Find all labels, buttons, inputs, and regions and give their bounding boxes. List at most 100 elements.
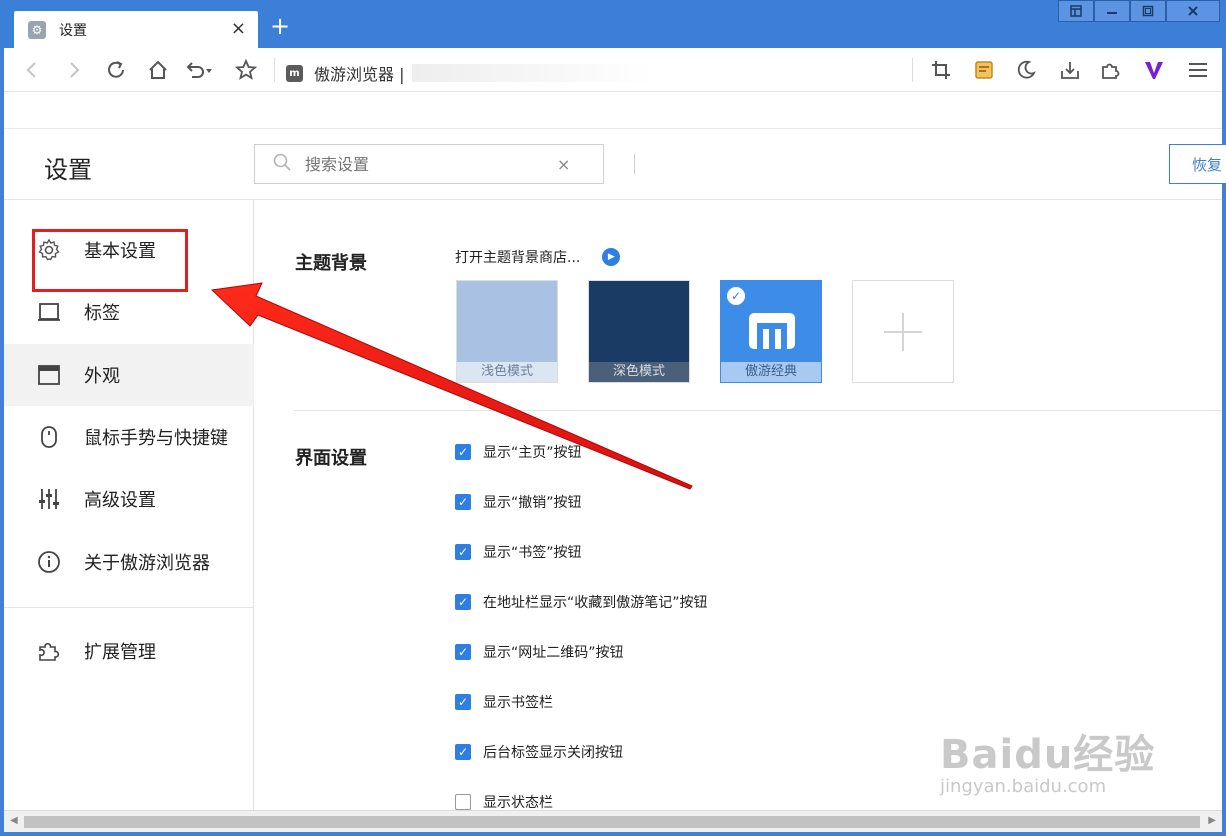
option-qr-code[interactable]: ✓ 显示“网址二维码”按钮 (455, 642, 624, 662)
tab-title: 设置 (59, 22, 87, 39)
minimize-button[interactable] (1094, 0, 1130, 22)
search-clear-button[interactable]: × (557, 155, 570, 174)
minimize-icon (1107, 12, 1117, 14)
address-bar[interactable]: m 傲游浏览器 | (286, 61, 653, 85)
theme-card-classic[interactable]: ✓ 傲游经典 (720, 280, 822, 383)
window-controls (1058, 0, 1220, 22)
address-text: 傲游浏览器 | (314, 65, 405, 84)
scrollbar-thumb[interactable] (24, 816, 1200, 828)
option-undo-button[interactable]: ✓ 显示“撤销”按钮 (455, 492, 582, 512)
new-tab-button[interactable]: + (270, 14, 290, 38)
sidebar-item-mouse-shortcuts[interactable]: 鼠标手势与快捷键 (4, 406, 254, 468)
reload-icon[interactable] (102, 56, 130, 84)
option-bookmark-bar[interactable]: ✓ 显示书签栏 (455, 692, 553, 712)
sidebar-item-appearance[interactable]: 外观 (4, 344, 254, 406)
forward-icon[interactable] (60, 56, 88, 84)
sidebar-item-advanced[interactable]: 高级设置 (4, 468, 254, 530)
restore-defaults-button[interactable]: 恢复 (1169, 144, 1226, 184)
screenshot-crop-icon[interactable] (927, 56, 955, 84)
checkbox-unchecked[interactable] (455, 794, 471, 810)
option-bookmark-button[interactable]: ✓ 显示“书签”按钮 (455, 542, 582, 562)
checkbox-checked[interactable]: ✓ (455, 694, 471, 710)
divider (4, 128, 1222, 129)
scroll-right-icon[interactable]: ▶ (1208, 815, 1216, 826)
undo-icon[interactable] (184, 56, 212, 84)
nav-separator (274, 58, 275, 82)
option-label: 显示“书签”按钮 (483, 545, 582, 561)
tab-close-button[interactable]: × (231, 18, 246, 39)
maximize-button[interactable] (1130, 0, 1166, 22)
extensions-icon[interactable] (1096, 56, 1124, 84)
maxthon-logo-icon (749, 313, 795, 349)
theme-section-title: 主题背景 (295, 253, 367, 274)
checkbox-checked[interactable]: ✓ (455, 644, 471, 660)
scroll-left-icon[interactable]: ◀ (10, 815, 18, 826)
option-save-to-notes[interactable]: ✓ 在地址栏显示“收藏到傲游笔记”按钮 (455, 592, 708, 612)
search-icon (273, 153, 291, 175)
window-icon (36, 362, 62, 388)
option-label: 显示“撤销”按钮 (483, 495, 582, 511)
option-label: 显示状态栏 (483, 795, 553, 811)
sidebar-item-label: 鼠标手势与快捷键 (84, 428, 228, 449)
theme-caption: 浅色模式 (457, 362, 557, 382)
layout-icon (1070, 5, 1082, 17)
bookmark-star-icon[interactable] (232, 56, 260, 84)
address-blurred-url (412, 64, 653, 82)
settings-page: 设置 × 恢复 基本设置 标签 外观 (4, 92, 1226, 812)
vivo-logo-icon[interactable] (1140, 56, 1168, 84)
page-title: 设置 (44, 156, 92, 184)
horizontal-scrollbar[interactable]: ◀ ▶ (4, 810, 1222, 832)
checkbox-checked[interactable]: ✓ (455, 594, 471, 610)
theme-card-light[interactable]: 浅色模式 (456, 280, 558, 383)
night-mode-icon[interactable] (1012, 56, 1040, 84)
theme-store-label: 打开主题背景商店... (455, 250, 581, 266)
sidebar-item-label: 关于傲游浏览器 (84, 553, 210, 574)
annotation-highlight-box (32, 229, 188, 292)
search-box[interactable]: × (254, 144, 604, 184)
sidebar-item-about[interactable]: 关于傲游浏览器 (4, 531, 254, 593)
layout-button[interactable] (1058, 0, 1094, 22)
option-label: 显示书签栏 (483, 695, 553, 711)
close-window-button[interactable] (1166, 0, 1220, 22)
browser-tab[interactable]: ⚙ 设置 × (14, 11, 258, 48)
option-home-button[interactable]: ✓ 显示“主页”按钮 (455, 442, 582, 462)
section-divider (294, 410, 1222, 411)
add-theme-button[interactable] (852, 280, 954, 383)
sidebar-divider (4, 607, 254, 608)
download-icon[interactable] (1056, 56, 1084, 84)
checkbox-checked[interactable]: ✓ (455, 494, 471, 510)
puzzle-icon (36, 638, 62, 664)
option-bg-tab-close[interactable]: ✓ 后台标签显示关闭按钮 (455, 742, 623, 762)
option-label: 显示“主页”按钮 (483, 445, 582, 461)
option-label: 在地址栏显示“收藏到傲游笔记”按钮 (483, 595, 708, 611)
play-arrow-icon[interactable]: ▶ (602, 248, 621, 266)
search-input[interactable] (305, 154, 545, 174)
checkbox-checked[interactable]: ✓ (455, 744, 471, 760)
theme-store-link[interactable]: 打开主题背景商店... ▶ (455, 247, 621, 267)
sidebar-item-label: 高级设置 (84, 490, 156, 511)
home-icon[interactable] (144, 56, 172, 84)
check-icon: ✓ (727, 287, 745, 305)
sidebar-item-label: 扩展管理 (84, 642, 156, 663)
info-icon (36, 549, 62, 575)
option-status-bar[interactable]: 显示状态栏 (455, 792, 553, 812)
maxthon-favicon-icon: m (286, 64, 303, 82)
tab-icon (36, 299, 62, 325)
sliders-icon (36, 486, 62, 512)
sidebar-item-extensions[interactable]: 扩展管理 (4, 620, 254, 682)
checkbox-checked[interactable]: ✓ (455, 544, 471, 560)
menu-icon[interactable] (1184, 56, 1212, 84)
sidebar-item-label: 标签 (84, 303, 120, 324)
checkbox-checked[interactable]: ✓ (455, 444, 471, 460)
theme-card-dark[interactable]: 深色模式 (588, 280, 690, 383)
baidu-watermark: Baidu经验 jingyan.baidu.com (940, 722, 1155, 797)
watermark-brand: Baidu经验 (940, 732, 1156, 778)
navigation-bar: m 傲游浏览器 | (4, 48, 1222, 92)
restore-window-icon (1142, 5, 1154, 17)
notes-icon[interactable] (970, 56, 998, 84)
sidebar-item-label: 外观 (84, 366, 120, 387)
back-icon[interactable] (18, 56, 46, 84)
settings-favicon-icon: ⚙ (28, 20, 46, 39)
interface-section-title: 界面设置 (295, 448, 367, 469)
plus-icon (884, 312, 922, 351)
